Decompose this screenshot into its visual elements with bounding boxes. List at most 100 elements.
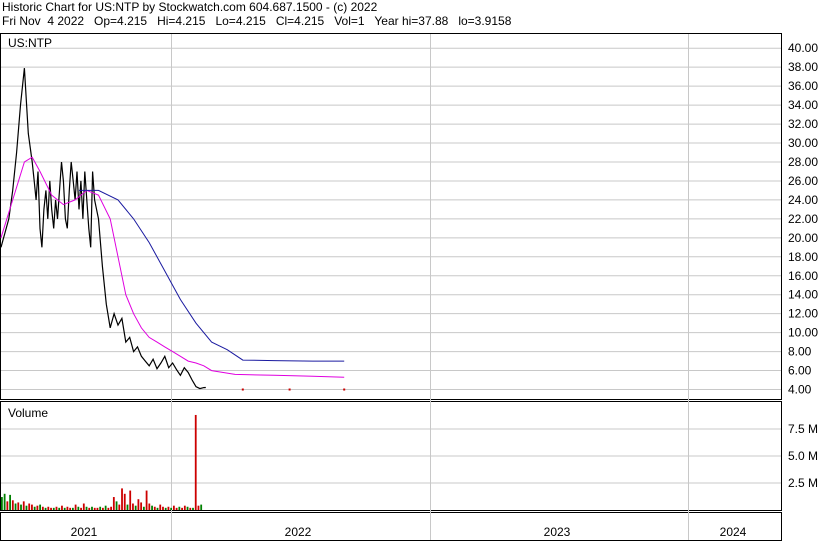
price-marker-point	[241, 388, 244, 391]
volume-bar	[14, 503, 17, 510]
volume-bar	[192, 507, 194, 510]
volume-bar	[6, 501, 9, 510]
volume-bar	[162, 506, 164, 510]
volume-bar	[99, 506, 102, 510]
volume-bar	[11, 500, 14, 510]
volume-bar	[25, 505, 28, 510]
volume-bar	[44, 507, 47, 510]
price-tick-label: 36.00	[788, 79, 818, 93]
volume-bar	[80, 507, 82, 510]
volume-bar	[20, 504, 22, 510]
volume-tick-label: 2.5 M	[788, 476, 818, 490]
volume-bar	[93, 507, 96, 510]
volume-bar	[112, 497, 115, 510]
volume-bar	[66, 506, 69, 510]
volume-tick-label: 5.0 M	[788, 449, 818, 463]
price-tick-label: 40.00	[788, 41, 818, 55]
price-tick-label: 24.00	[788, 193, 818, 207]
year-label-2024: 2024	[720, 525, 747, 539]
volume-panel-title: Volume	[8, 406, 48, 420]
volume-bar	[1, 497, 3, 510]
volume-bar	[69, 507, 72, 510]
volume-bar	[55, 506, 58, 510]
volume-bar	[186, 506, 189, 510]
volume-bar	[197, 505, 200, 510]
volume-bar	[129, 490, 132, 510]
volume-bar	[118, 504, 121, 510]
volume-bar	[142, 506, 145, 510]
volume-bar	[170, 507, 173, 510]
price-tick-label: 16.00	[788, 269, 818, 283]
price-tick-label: 4.00	[788, 383, 812, 397]
volume-bar	[33, 506, 36, 510]
price-tick-label: 20.00	[788, 231, 818, 245]
volume-bar	[39, 504, 42, 510]
volume-bar	[137, 499, 140, 510]
price-tick-label: 32.00	[788, 117, 818, 131]
volume-bar	[61, 505, 63, 510]
volume-bar	[181, 507, 183, 510]
volume-bar	[189, 507, 192, 510]
x-axis-strip	[0, 512, 782, 541]
volume-bar	[175, 507, 178, 510]
price-tick-label: 30.00	[788, 136, 818, 150]
volume-bar	[22, 501, 25, 510]
year-label-2023: 2023	[544, 525, 571, 539]
year-label-2021: 2021	[71, 525, 98, 539]
volume-bar	[200, 504, 203, 510]
volume-bar	[88, 507, 91, 510]
price-panel-title: US:NTP	[8, 36, 52, 50]
volume-bar	[132, 503, 134, 510]
volume-bar	[28, 503, 31, 510]
volume-bar	[121, 488, 123, 510]
volume-bar	[58, 507, 61, 510]
volume-bar	[151, 505, 153, 510]
price-tick-label: 38.00	[788, 60, 818, 74]
volume-bar	[140, 502, 143, 510]
price-marker-point	[343, 388, 346, 391]
price-tick-label: 26.00	[788, 174, 818, 188]
volume-bar	[123, 493, 126, 510]
price-tick-label: 28.00	[788, 155, 818, 169]
price-panel	[0, 33, 782, 400]
year-label-2022: 2022	[285, 525, 312, 539]
volume-bar	[159, 504, 162, 510]
volume-bar	[194, 414, 197, 510]
volume-bar	[31, 504, 33, 510]
volume-bar	[74, 504, 77, 510]
volume-bar	[52, 507, 55, 510]
volume-bar	[153, 506, 156, 510]
volume-bar	[9, 494, 11, 510]
volume-bar	[77, 506, 80, 510]
volume-bar	[63, 507, 66, 510]
volume-bar	[145, 490, 148, 510]
price-tick-label: 12.00	[788, 307, 818, 321]
price-tick-label: 14.00	[788, 288, 818, 302]
price-tick-label: 22.00	[788, 212, 818, 226]
volume-bar	[134, 505, 137, 510]
price-tick-label: 8.00	[788, 345, 812, 359]
volume-bar	[3, 493, 6, 510]
price-marker-point	[288, 388, 291, 391]
volume-tick-label: 7.5 M	[788, 422, 818, 436]
price-tick-label: 10.00	[788, 326, 818, 340]
volume-bar	[126, 504, 129, 510]
volume-bar	[172, 505, 175, 510]
volume-bar	[96, 507, 99, 510]
volume-bar	[164, 507, 167, 510]
volume-bar	[47, 506, 50, 510]
price-tick-label: 6.00	[788, 364, 812, 378]
volume-bar	[17, 502, 20, 510]
volume-bar	[107, 507, 110, 510]
volume-bar	[156, 507, 159, 510]
volume-bar	[50, 507, 52, 510]
volume-bar	[183, 505, 186, 510]
volume-bar	[102, 507, 104, 510]
price-tick-label: 18.00	[788, 250, 818, 264]
volume-bar	[178, 506, 181, 510]
volume-bar	[148, 503, 151, 510]
volume-bar	[36, 505, 39, 510]
volume-bar	[82, 503, 85, 510]
volume-bar	[91, 506, 93, 510]
volume-bar	[71, 507, 74, 510]
